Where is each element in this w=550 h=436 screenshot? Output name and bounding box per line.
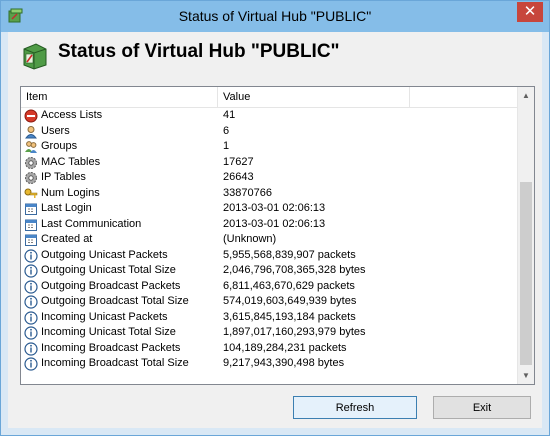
list-item-label: Outgoing Broadcast Packets: [41, 279, 181, 292]
vertical-scrollbar[interactable]: ▲ ▼: [517, 87, 534, 384]
list-item-value: 2,046,796,708,365,328 bytes: [223, 264, 366, 276]
list-item[interactable]: Groups 1: [21, 139, 517, 155]
list-item[interactable]: MAC Tables 17627: [21, 155, 517, 171]
list-item[interactable]: Outgoing Unicast Packets 5,955,568,839,90…: [21, 248, 517, 264]
list-item-label: Users: [41, 124, 70, 137]
list-item-label: Incoming Unicast Total Size: [41, 326, 176, 338]
info-icon: [24, 326, 38, 340]
list-item-value: 5,955,568,839,907 packets: [223, 248, 356, 261]
list-item-value: 2013-03-01 02:06:13: [223, 202, 326, 214]
status-list[interactable]: Item Value Access Lists 41 Users 6 Groups 1 MA…: [20, 86, 535, 385]
title-bar[interactable]: Status of Virtual Hub "PUBLIC" ✕: [1, 1, 549, 32]
page-title: Status of Virtual Hub "PUBLIC": [58, 41, 340, 62]
list-item-value: 17627: [223, 155, 254, 168]
info-icon: [24, 279, 38, 294]
list-item-value: 6: [223, 124, 230, 137]
list-item-label: MAC Tables: [41, 155, 101, 168]
list-item[interactable]: Outgoing Broadcast Packets 6,811,463,670,…: [21, 279, 517, 295]
list-item[interactable]: Outgoing Broadcast Total Size 574,019,603…: [21, 294, 517, 310]
list-item-label: Created at: [41, 233, 93, 245]
list-header: Item Value: [21, 87, 517, 108]
list-item-value: 3,615,845,193,184 packets: [223, 310, 356, 323]
user-icon: [24, 125, 38, 139]
list-item[interactable]: Users 6: [21, 124, 517, 140]
info-icon: [24, 357, 38, 371]
scroll-down-arrow-icon[interactable]: ▼: [518, 367, 534, 384]
list-item[interactable]: Num Logins 33870766: [21, 186, 517, 202]
refresh-button[interactable]: Refresh: [293, 396, 417, 419]
calendar-icon: [24, 218, 38, 232]
list-item[interactable]: Incoming Broadcast Packets 104,189,284,23…: [21, 341, 517, 357]
list-item-value: (Unknown): [223, 233, 277, 245]
window-title: Status of Virtual Hub "PUBLIC": [178, 8, 372, 24]
no-entry-icon: [24, 109, 38, 123]
list-item[interactable]: Access Lists 41: [21, 108, 517, 124]
gear-icon: [24, 156, 38, 170]
list-item[interactable]: Incoming Unicast Packets 3,615,845,193,18…: [21, 310, 517, 326]
list-item-value: 41: [223, 109, 236, 121]
list-item-value: 574,019,603,649,939 bytes: [223, 295, 357, 307]
list-item-label: Outgoing Unicast Total Size: [41, 264, 176, 276]
info-icon: [24, 341, 38, 356]
list-item-value: 33870766: [223, 186, 272, 199]
key-icon: [24, 187, 38, 201]
column-header-blank[interactable]: [410, 87, 517, 107]
info-icon: [24, 310, 38, 325]
list-item-value: 26643: [223, 171, 254, 183]
list-item-label: Access Lists: [41, 109, 103, 121]
list-item-value: 9,217,943,390,498 bytes: [223, 357, 345, 369]
scroll-thumb[interactable]: [520, 182, 532, 365]
list-item-label: Outgoing Unicast Packets: [41, 248, 168, 261]
list-item[interactable]: Created at (Unknown): [21, 232, 517, 248]
list-item-value: 104,189,284,231 packets: [223, 341, 347, 354]
list-item[interactable]: Incoming Unicast Total Size 1,897,017,160…: [21, 325, 517, 341]
gear-icon: [24, 171, 38, 185]
status-window: Status of Virtual Hub "PUBLIC" ✕ Status …: [0, 0, 550, 436]
exit-button[interactable]: Exit: [433, 396, 531, 419]
list-item[interactable]: IP Tables 26643: [21, 170, 517, 186]
info-icon: [24, 295, 38, 309]
list-item[interactable]: Outgoing Unicast Total Size 2,046,796,708…: [21, 263, 517, 279]
list-item-label: Last Login: [41, 202, 92, 214]
calendar-icon: [24, 233, 38, 247]
dialog-body: Status of Virtual Hub "PUBLIC" Item Valu…: [8, 32, 542, 428]
list-item-value: 6,811,463,670,629 packets: [223, 279, 355, 292]
close-button[interactable]: ✕: [517, 2, 543, 22]
list-item-label: Outgoing Broadcast Total Size: [41, 295, 189, 307]
list-item[interactable]: Incoming Broadcast Total Size 9,217,943,3…: [21, 356, 517, 372]
list-item[interactable]: Last Communication 2013-03-01 02:06:13: [21, 217, 517, 233]
info-icon: [24, 264, 38, 278]
list-item-label: Groups: [41, 140, 78, 152]
column-header-value[interactable]: Value: [218, 87, 410, 107]
list-item-label: IP Tables: [41, 171, 86, 183]
list-item-label: Incoming Broadcast Total Size: [41, 357, 189, 369]
list-item-value: 1,897,017,160,293,979 bytes: [223, 326, 366, 338]
list-item-label: Num Logins: [41, 186, 100, 199]
list-item[interactable]: Last Login 2013-03-01 02:06:13: [21, 201, 517, 217]
list-item-value: 1: [223, 140, 230, 152]
virtual-hub-icon: [23, 43, 47, 70]
group-icon: [24, 140, 38, 154]
list-item-value: 2013-03-01 02:06:13: [223, 217, 326, 230]
calendar-icon: [24, 202, 38, 216]
info-icon: [24, 248, 38, 263]
column-header-item[interactable]: Item: [21, 87, 218, 107]
scroll-up-arrow-icon[interactable]: ▲: [518, 87, 534, 104]
list-rows: Access Lists 41 Users 6 Groups 1 MAC Tables 176…: [21, 108, 517, 372]
list-item-label: Incoming Unicast Packets: [41, 310, 168, 323]
list-item-label: Incoming Broadcast Packets: [41, 341, 181, 354]
list-item-label: Last Communication: [41, 217, 142, 230]
